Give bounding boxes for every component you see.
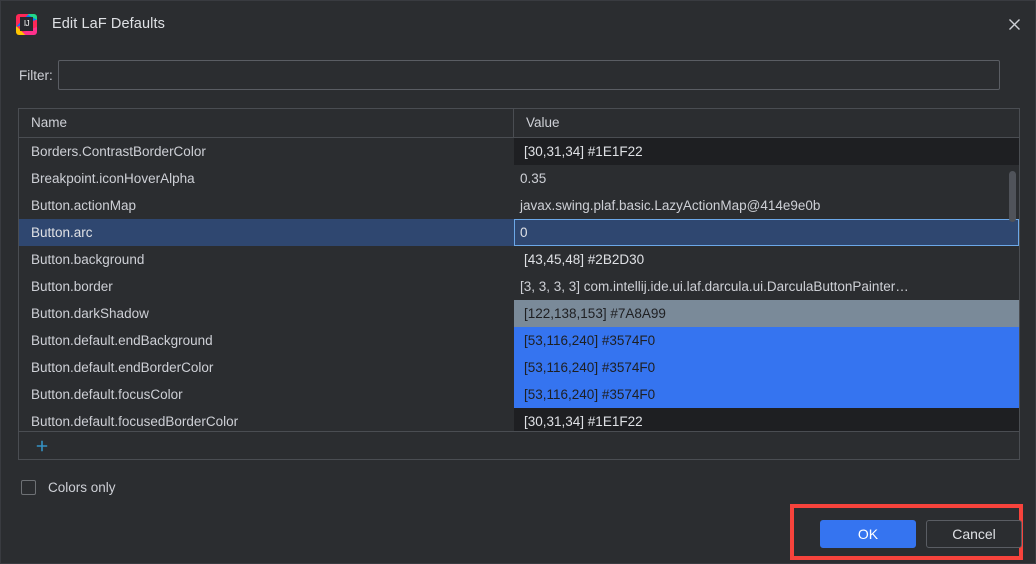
- ok-button[interactable]: OK: [820, 520, 916, 548]
- cell-name[interactable]: Button.default.endBorderColor: [19, 354, 514, 381]
- cell-value[interactable]: [122,138,153] #7A8A99: [514, 300, 1019, 327]
- table-row[interactable]: Button.default.focusColor [53,116,240] #3…: [19, 381, 1019, 408]
- edit-laf-defaults-dialog: IJ Edit LaF Defaults Filter: Name Value …: [0, 0, 1036, 564]
- intellij-idea-logo-icon: IJ: [16, 13, 37, 35]
- filter-row: Filter:: [1, 59, 1035, 91]
- table-scrollbar-thumb[interactable]: [1009, 171, 1016, 222]
- table-scrollbar[interactable]: [1008, 167, 1018, 431]
- cell-name[interactable]: Button.darkShadow: [19, 300, 514, 327]
- cell-name[interactable]: Breakpoint.iconHoverAlpha: [19, 165, 514, 192]
- laf-defaults-table-panel: Name Value Borders.ContrastBorderColor [3…: [18, 108, 1020, 460]
- colors-only-checkbox[interactable]: Colors only: [21, 480, 116, 495]
- table-row[interactable]: Button.default.endBorderColor [53,116,240…: [19, 354, 1019, 381]
- cell-name[interactable]: Button.actionMap: [19, 192, 514, 219]
- colors-only-label: Colors only: [48, 480, 116, 495]
- cell-name[interactable]: Borders.ContrastBorderColor: [19, 138, 514, 165]
- column-header-value[interactable]: Value: [514, 109, 1019, 137]
- table-row[interactable]: Button.border [3, 3, 3, 3] com.intellij.i…: [19, 273, 1019, 300]
- cell-name[interactable]: Button.border: [19, 273, 514, 300]
- table-row[interactable]: Breakpoint.iconHoverAlpha 0.35: [19, 165, 1019, 192]
- plus-icon[interactable]: [33, 437, 51, 455]
- cell-value[interactable]: [43,45,48] #2B2D30: [514, 246, 1019, 273]
- cell-value[interactable]: javax.swing.plaf.basic.LazyActionMap@414…: [514, 192, 1019, 219]
- cell-value[interactable]: [30,31,34] #1E1F22: [514, 138, 1019, 165]
- cell-value[interactable]: 0.35: [514, 165, 1019, 192]
- table-toolbar: [19, 431, 1019, 459]
- filter-label: Filter:: [19, 67, 53, 83]
- cell-value[interactable]: [53,116,240] #3574F0: [514, 381, 1019, 408]
- table-row[interactable]: Button.default.endBackground [53,116,240]…: [19, 327, 1019, 354]
- table-body: Borders.ContrastBorderColor [30,31,34] #1…: [19, 138, 1019, 431]
- close-icon[interactable]: [997, 7, 1031, 41]
- cancel-button[interactable]: Cancel: [926, 520, 1022, 548]
- table-header-row: Name Value: [19, 109, 1019, 138]
- cell-name[interactable]: Button.default.endBackground: [19, 327, 514, 354]
- dialog-titlebar: IJ Edit LaF Defaults: [1, 1, 1035, 47]
- logo-glyph: IJ: [20, 16, 33, 31]
- checkbox-box[interactable]: [21, 480, 36, 495]
- table-row[interactable]: Button.arc 0: [19, 219, 1019, 246]
- cell-name[interactable]: Button.background: [19, 246, 514, 273]
- cell-name[interactable]: Button.default.focusColor: [19, 381, 514, 408]
- table-row[interactable]: Borders.ContrastBorderColor [30,31,34] #1…: [19, 138, 1019, 165]
- table-row[interactable]: Button.darkShadow [122,138,153] #7A8A99: [19, 300, 1019, 327]
- cell-name[interactable]: Button.default.focusedBorderColor: [19, 408, 514, 431]
- cell-name[interactable]: Button.arc: [19, 219, 514, 246]
- cell-value[interactable]: [3, 3, 3, 3] com.intellij.ide.ui.laf.dar…: [514, 273, 1019, 300]
- cell-value[interactable]: 0: [514, 219, 1019, 246]
- filter-input[interactable]: [58, 60, 1000, 90]
- column-header-name[interactable]: Name: [19, 109, 514, 137]
- cell-value[interactable]: [30,31,34] #1E1F22: [514, 408, 1019, 431]
- table-row[interactable]: Button.default.focusedBorderColor [30,31,…: [19, 408, 1019, 431]
- cell-value[interactable]: [53,116,240] #3574F0: [514, 354, 1019, 381]
- dialog-title: Edit LaF Defaults: [52, 16, 165, 32]
- table-row[interactable]: Button.actionMap javax.swing.plaf.basic.L…: [19, 192, 1019, 219]
- cell-value[interactable]: [53,116,240] #3574F0: [514, 327, 1019, 354]
- table-row[interactable]: Button.background [43,45,48] #2B2D30: [19, 246, 1019, 273]
- dialog-button-row: OK Cancel: [820, 520, 1022, 548]
